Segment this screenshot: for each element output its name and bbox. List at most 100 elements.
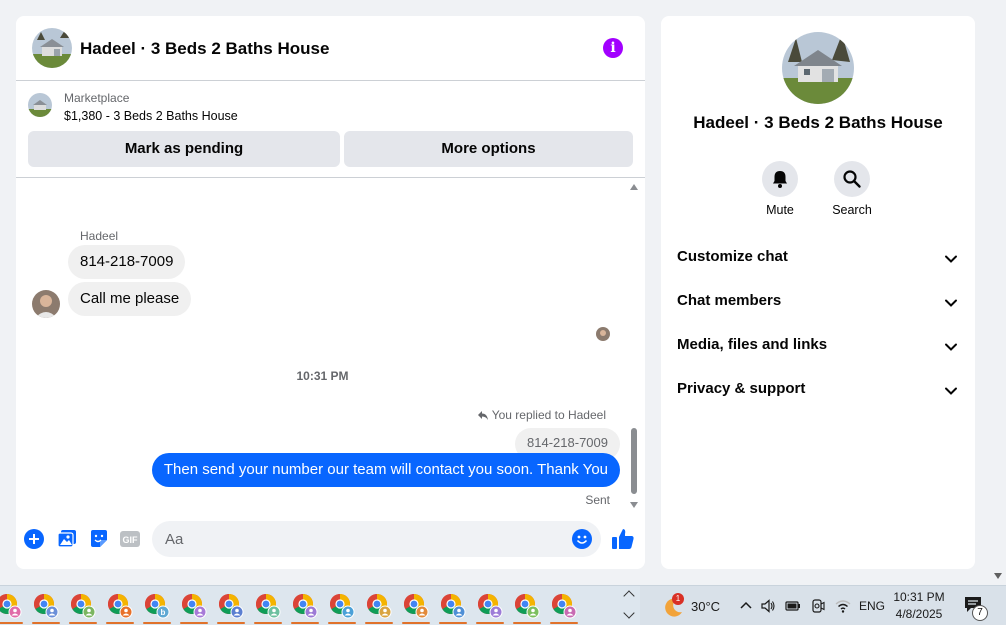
photo-icon[interactable] — [57, 529, 77, 549]
notification-count: 7 — [972, 605, 988, 621]
gif-icon[interactable]: GIF — [120, 529, 140, 549]
running-indicator — [143, 622, 171, 624]
chrome-icon — [108, 594, 133, 619]
taskbar-chrome-window[interactable] — [511, 589, 543, 625]
chat-avatar[interactable] — [32, 28, 72, 68]
battery-icon[interactable] — [785, 598, 801, 614]
scroll-down-arrow[interactable] — [630, 502, 638, 508]
chrome-icon — [293, 594, 318, 619]
scroll-thumb[interactable] — [631, 428, 637, 494]
weather-alert-badge: 1 — [672, 593, 684, 605]
search-label: Search — [832, 203, 872, 217]
reply-note: You replied to Hadeel — [477, 408, 606, 422]
message-thread[interactable]: Hadeel 814-218-7009 Call me please 10:31… — [16, 178, 645, 516]
chevron-down-icon — [945, 343, 957, 351]
seen-indicator-avatar — [596, 327, 610, 341]
listing-thumbnail[interactable] — [28, 93, 52, 117]
chrome-icon — [441, 594, 466, 619]
chat-title[interactable]: Hadeel · 3 Beds 2 Baths House — [80, 39, 329, 59]
running-indicator — [550, 622, 578, 624]
emoji-icon[interactable] — [572, 529, 592, 549]
taskbar-chrome-window[interactable] — [326, 589, 358, 625]
running-indicator — [32, 622, 60, 624]
conversation-avatar[interactable] — [782, 32, 854, 104]
taskbar-chrome-window[interactable] — [289, 589, 321, 625]
camera-icon[interactable] — [810, 598, 826, 614]
chrome-icon — [256, 594, 281, 619]
more-options-button[interactable]: More options — [344, 131, 633, 167]
listing-price-title[interactable]: $1,380 - 3 Beds 2 Baths House — [64, 109, 238, 123]
mute-circle[interactable] — [762, 161, 798, 197]
mark-as-pending-button[interactable]: Mark as pending — [28, 131, 340, 167]
sticker-icon[interactable] — [89, 529, 109, 549]
page-scroll-down-arrow[interactable] — [994, 573, 1002, 579]
volume-icon[interactable] — [760, 598, 776, 614]
taskbar-chrome-window[interactable] — [252, 589, 284, 625]
info-icon[interactable]: i — [603, 38, 623, 58]
running-indicator — [106, 622, 134, 624]
taskbar-chrome-window[interactable] — [215, 589, 247, 625]
taskbar-chrome-window[interactable] — [474, 589, 506, 625]
taskbar-chrome-window[interactable] — [30, 589, 62, 625]
running-indicator — [254, 622, 282, 624]
chevron-down-icon — [945, 387, 957, 395]
thumbs-up-icon[interactable] — [611, 527, 635, 551]
section-media-files-links[interactable]: Media, files and links — [661, 324, 975, 368]
sender-avatar[interactable] — [32, 290, 60, 318]
taskbar-chrome-window[interactable] — [178, 589, 210, 625]
bell-icon — [773, 171, 787, 188]
section-privacy-support[interactable]: Privacy & support — [661, 368, 975, 412]
taskbar-chrome-window[interactable] — [104, 589, 136, 625]
svg-text:b: b — [161, 608, 166, 617]
taskbar-scroll[interactable] — [622, 586, 636, 625]
thread-scrollbar[interactable] — [627, 182, 641, 512]
running-indicator — [328, 622, 356, 624]
running-indicator — [180, 622, 208, 624]
mute-button[interactable]: Mute — [750, 161, 810, 217]
taskbar-chrome-window[interactable] — [400, 589, 432, 625]
chrome-icon — [367, 594, 392, 619]
running-indicator — [0, 622, 23, 624]
chrome-icon — [71, 594, 96, 619]
conversation-info-panel: Hadeel · 3 Beds 2 Baths House Mute Searc… — [661, 16, 975, 569]
incoming-message[interactable]: 814-218-7009 — [68, 245, 186, 279]
section-label: Media, files and links — [677, 336, 828, 353]
reply-icon — [477, 411, 488, 420]
chrome-icon — [404, 594, 429, 619]
outgoing-message[interactable]: Then send your number our team will cont… — [151, 453, 620, 487]
section-chat-members[interactable]: Chat members — [661, 280, 975, 324]
running-indicator — [365, 622, 393, 624]
clock-time[interactable]: 10:31 PM — [888, 590, 950, 604]
incoming-message[interactable]: Call me please — [68, 282, 192, 316]
gif-label: GIF — [123, 535, 139, 545]
chrome-icon — [0, 594, 22, 619]
temperature[interactable]: 30°C — [691, 599, 720, 614]
message-timestamp: 10:31 PM — [296, 369, 349, 383]
taskbar-chrome-window[interactable] — [548, 589, 580, 625]
sent-status: Sent — [585, 493, 610, 507]
show-hidden-icons-chevron-icon[interactable] — [738, 598, 754, 614]
running-indicator — [402, 622, 430, 624]
taskbar-chrome-window[interactable]: b — [141, 589, 173, 625]
search-icon — [843, 170, 861, 188]
message-input[interactable]: Aa — [152, 521, 601, 557]
search-circle[interactable] — [834, 161, 870, 197]
chevron-down-icon[interactable] — [623, 607, 635, 619]
section-customize-chat[interactable]: Customize chat — [661, 236, 975, 280]
chat-panel: Hadeel · 3 Beds 2 Baths House i Marketpl… — [16, 16, 645, 569]
chrome-icon — [34, 594, 59, 619]
taskbar-chrome-window[interactable] — [437, 589, 469, 625]
plus-circle-icon[interactable] — [24, 529, 44, 549]
marketplace-listing: Marketplace $1,380 - 3 Beds 2 Baths Hous… — [16, 81, 645, 178]
scroll-up-arrow[interactable] — [630, 184, 638, 190]
clock-date[interactable]: 4/8/2025 — [888, 607, 950, 621]
taskbar-chrome-window[interactable] — [363, 589, 395, 625]
running-indicator — [69, 622, 97, 624]
search-button[interactable]: Search — [822, 161, 882, 217]
running-indicator — [291, 622, 319, 624]
taskbar-chrome-window[interactable] — [67, 589, 99, 625]
taskbar-chrome-window[interactable] — [0, 589, 25, 625]
chevron-up-icon[interactable] — [623, 590, 635, 602]
input-language[interactable]: ENG — [859, 599, 885, 613]
wifi-icon[interactable] — [835, 598, 851, 614]
